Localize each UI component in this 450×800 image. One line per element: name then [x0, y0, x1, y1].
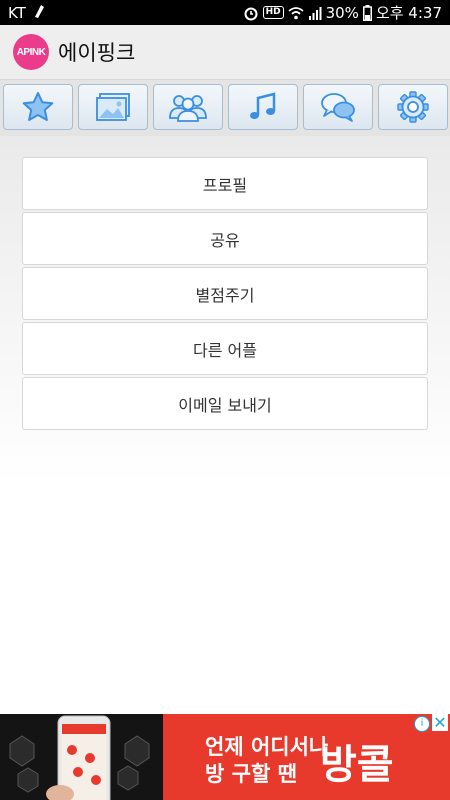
menu-item-rate[interactable]: 별점주기 [22, 267, 428, 320]
ad-line-1: 언제 어디서나 [205, 735, 329, 759]
ad-info-icon[interactable]: i [414, 716, 430, 732]
tab-toolbar [0, 80, 450, 136]
menu-item-share[interactable]: 공유 [22, 212, 428, 265]
music-icon [250, 92, 276, 119]
tab-members[interactable] [153, 84, 223, 130]
app-logo[interactable]: APINK [13, 34, 49, 70]
tab-chat[interactable] [303, 84, 373, 130]
tab-gallery[interactable] [78, 84, 148, 130]
menu-item-profile[interactable]: 프로필 [22, 157, 428, 210]
app-title-bar: APINK 에이핑크 [0, 25, 450, 80]
alarm-icon [243, 5, 259, 21]
wifi-icon [288, 6, 304, 20]
app-title: 에이핑크 [58, 41, 136, 65]
ad-close-icon[interactable]: ✕ [432, 714, 448, 731]
image-icon [96, 93, 130, 121]
status-bar: KT HD 30% 오후 4:37 [0, 0, 450, 25]
menu-list: 프로필 공유 별점주기 다른 어플 이메일 보내기 [22, 157, 428, 432]
signal-icon [308, 6, 322, 20]
tab-favorites[interactable] [3, 84, 73, 130]
ad-headline: 언제 어디서나 방 구할 땐 [205, 734, 328, 788]
people-icon [169, 95, 207, 122]
hd-badge: HD [262, 6, 284, 19]
notification-icon [32, 3, 46, 23]
battery-label: 30% [325, 3, 359, 22]
ad-phone-image [0, 714, 163, 800]
carrier-label: KT [8, 3, 26, 22]
tab-settings[interactable] [378, 84, 448, 130]
ad-brand-logo: 방콜 [320, 742, 394, 788]
star-icon [22, 92, 54, 121]
chat-icon [321, 93, 355, 122]
menu-item-other-apps[interactable]: 다른 어플 [22, 322, 428, 375]
ad-banner[interactable]: 언제 어디서나 방 구할 땐 방콜 i ✕ [0, 714, 450, 800]
clock-label: 오후 4:37 [375, 4, 442, 22]
menu-item-send-email[interactable]: 이메일 보내기 [22, 377, 428, 430]
ad-line-2: 방 구할 땐 [205, 762, 297, 786]
battery-icon [362, 4, 372, 21]
gear-icon [397, 91, 429, 123]
tab-music[interactable] [228, 84, 298, 130]
